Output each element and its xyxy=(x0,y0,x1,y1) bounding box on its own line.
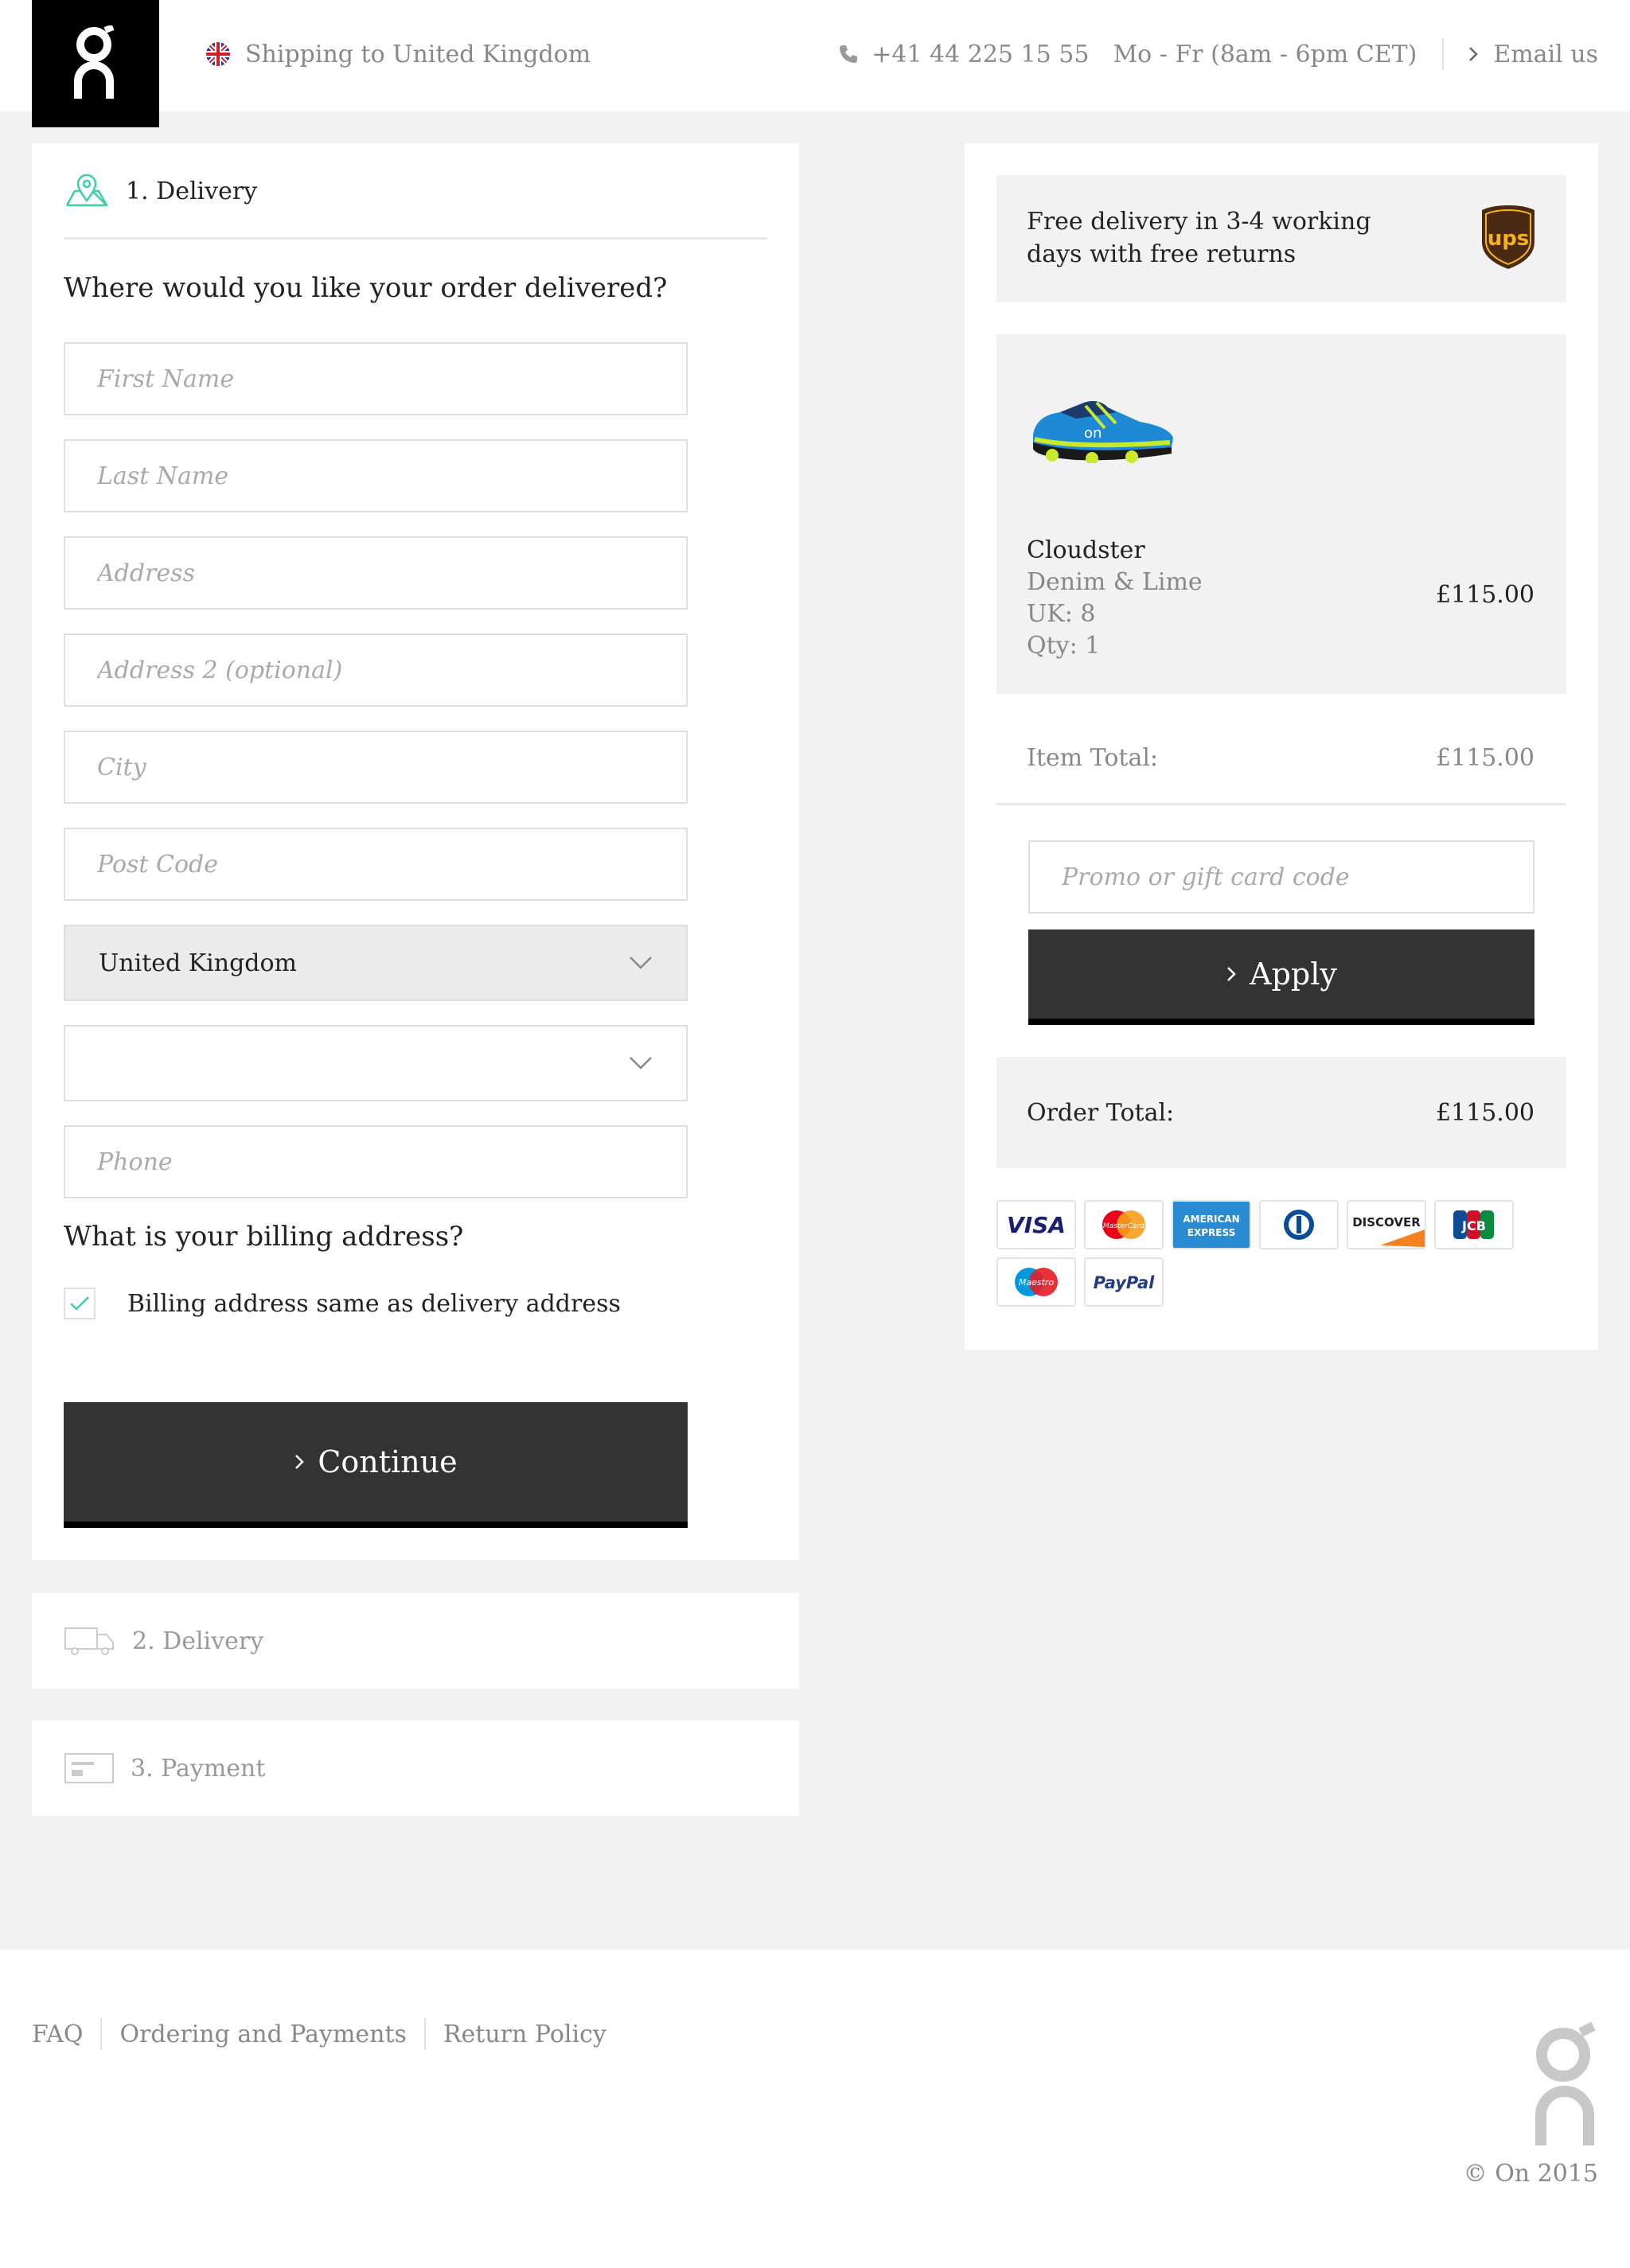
support-hours: Mo - Fr (8am - 6pm CET) xyxy=(1113,40,1417,68)
svg-text:MasterCard: MasterCard xyxy=(1103,1222,1145,1230)
ups-logo: ups xyxy=(1482,205,1534,269)
product-price: £115.00 xyxy=(1435,581,1534,609)
divider xyxy=(64,237,767,240)
phone-link[interactable]: +41 44 225 15 55 xyxy=(838,41,1089,68)
svg-text:Maestro: Maestro xyxy=(1019,1277,1055,1288)
step-3-label: 3. Payment xyxy=(131,1754,266,1783)
order-total-value: £115.00 xyxy=(1435,1098,1534,1127)
divider xyxy=(423,2018,426,2050)
billing-same-checkbox[interactable] xyxy=(64,1288,96,1319)
first-name-field[interactable] xyxy=(64,342,688,415)
footer-links: FAQ Ordering and Payments Return Policy xyxy=(32,2018,606,2050)
footer-link-ordering[interactable]: Ordering and Payments xyxy=(119,2021,406,2048)
chevron-right-icon xyxy=(1469,47,1479,61)
divider xyxy=(100,2018,103,2050)
svg-text:AMERICAN: AMERICAN xyxy=(1183,1214,1239,1225)
item-total-label: Item Total: xyxy=(1027,744,1159,772)
product-name: Cloudster xyxy=(1027,536,1145,564)
on-logo[interactable] xyxy=(32,0,159,127)
city-field[interactable] xyxy=(64,731,688,804)
payment-methods: VISA MasterCard AMERICAN EXPRESS DISCOVE… xyxy=(996,1200,1566,1307)
shipping-text: Shipping to United Kingdom xyxy=(245,40,591,68)
check-icon xyxy=(70,1296,89,1311)
svg-text:PayPal: PayPal xyxy=(1094,1273,1155,1292)
chevron-down-icon xyxy=(630,1057,652,1070)
svg-text:ups: ups xyxy=(1488,227,1530,251)
address2-field[interactable] xyxy=(64,633,688,707)
phone-field[interactable] xyxy=(64,1125,688,1198)
step-2-collapsed[interactable]: 2. Delivery xyxy=(32,1593,799,1689)
cart-item: on Cloudster Denim & Lime UK: 8 Qty: 1 £… xyxy=(996,334,1566,694)
site-footer: FAQ Ordering and Payments Return Policy … xyxy=(0,1950,1630,2268)
order-total-label: Order Total: xyxy=(1027,1098,1175,1127)
paypal-icon: PayPal xyxy=(1084,1257,1164,1307)
on-footer-logo xyxy=(1535,2021,1596,2145)
copyright: © On 2015 xyxy=(1463,2160,1598,2188)
last-name-field[interactable] xyxy=(64,439,688,512)
billing-same-option: Billing address same as delivery address xyxy=(64,1288,621,1319)
on-logo-icon xyxy=(74,25,115,99)
country-value: United Kingdom xyxy=(99,949,297,977)
promo-code-input[interactable] xyxy=(1028,840,1534,914)
diners-club-icon xyxy=(1259,1200,1339,1249)
order-summary-panel: Free delivery in 3-4 working days with f… xyxy=(965,143,1598,1350)
country-select[interactable]: United Kingdom xyxy=(64,925,688,1001)
discover-icon: DISCOVER xyxy=(1347,1200,1426,1249)
svg-text:DISCOVER: DISCOVER xyxy=(1352,1215,1421,1229)
delivery-step-panel: 1. Delivery Where would you like your or… xyxy=(32,143,799,1560)
site-header: Shipping to United Kingdom +41 44 225 15… xyxy=(0,0,1630,127)
shipping-info-box: Free delivery in 3-4 working days with f… xyxy=(996,175,1566,302)
divider xyxy=(1442,38,1445,70)
item-total-value: £115.00 xyxy=(1435,744,1534,772)
credit-card-icon xyxy=(64,1753,114,1783)
address-field[interactable] xyxy=(64,536,688,610)
step-1-header: 1. Delivery xyxy=(64,173,257,208)
product-image[interactable]: on xyxy=(1028,392,1176,463)
apply-button[interactable]: Apply xyxy=(1028,929,1534,1025)
mastercard-icon: MasterCard xyxy=(1084,1200,1164,1249)
shipping-destination[interactable]: Shipping to United Kingdom xyxy=(205,38,591,70)
email-us-label: Email us xyxy=(1493,40,1598,68)
footer-link-faq[interactable]: FAQ xyxy=(32,2021,83,2048)
item-total-row: Item Total: £115.00 xyxy=(996,713,1566,805)
maestro-icon: Maestro xyxy=(996,1257,1076,1307)
shipping-note: Free delivery in 3-4 working days with f… xyxy=(1027,208,1371,268)
delivery-truck-icon xyxy=(64,1627,114,1655)
step-3-collapsed[interactable]: 3. Payment xyxy=(32,1720,799,1816)
email-us-link[interactable]: Email us xyxy=(1468,41,1598,68)
svg-text:EXPRESS: EXPRESS xyxy=(1187,1227,1235,1238)
post-code-field[interactable] xyxy=(64,828,688,901)
visa-icon: VISA xyxy=(996,1200,1076,1249)
contact-info: +41 44 225 15 55 Mo - Fr (8am - 6pm CET)… xyxy=(838,38,1598,70)
jcb-icon: JCB xyxy=(1434,1200,1514,1249)
apply-label: Apply xyxy=(1250,957,1337,992)
step-1-label: 1. Delivery xyxy=(126,177,258,205)
phone-icon xyxy=(840,45,858,63)
product-qty: Qty: 1 xyxy=(1027,632,1101,660)
chevron-down-icon xyxy=(630,957,652,969)
svg-text:VISA: VISA xyxy=(1007,1212,1066,1238)
billing-same-label: Billing address same as delivery address xyxy=(127,1289,621,1318)
continue-label: Continue xyxy=(318,1444,458,1479)
footer-link-returns[interactable]: Return Policy xyxy=(443,2021,606,2048)
uk-flag-icon xyxy=(206,42,230,66)
map-pin-icon xyxy=(65,173,108,207)
product-color: Denim & Lime xyxy=(1027,568,1203,596)
order-total-row: Order Total: £115.00 xyxy=(996,1057,1566,1168)
svg-text:on: on xyxy=(1084,425,1102,442)
delivery-question: Where would you like your order delivere… xyxy=(64,272,668,304)
billing-question: What is your billing address? xyxy=(64,1221,464,1253)
chevron-right-icon xyxy=(1227,967,1236,981)
chevron-right-icon xyxy=(295,1455,305,1469)
svg-text:JCB: JCB xyxy=(1461,1218,1486,1233)
product-size: UK: 8 xyxy=(1027,600,1096,628)
amex-icon: AMERICAN EXPRESS xyxy=(1172,1200,1251,1249)
continue-button[interactable]: Continue xyxy=(64,1402,688,1528)
region-select[interactable] xyxy=(64,1025,688,1101)
phone-number: +41 44 225 15 55 xyxy=(872,40,1090,68)
step-2-label: 2. Delivery xyxy=(132,1627,264,1655)
